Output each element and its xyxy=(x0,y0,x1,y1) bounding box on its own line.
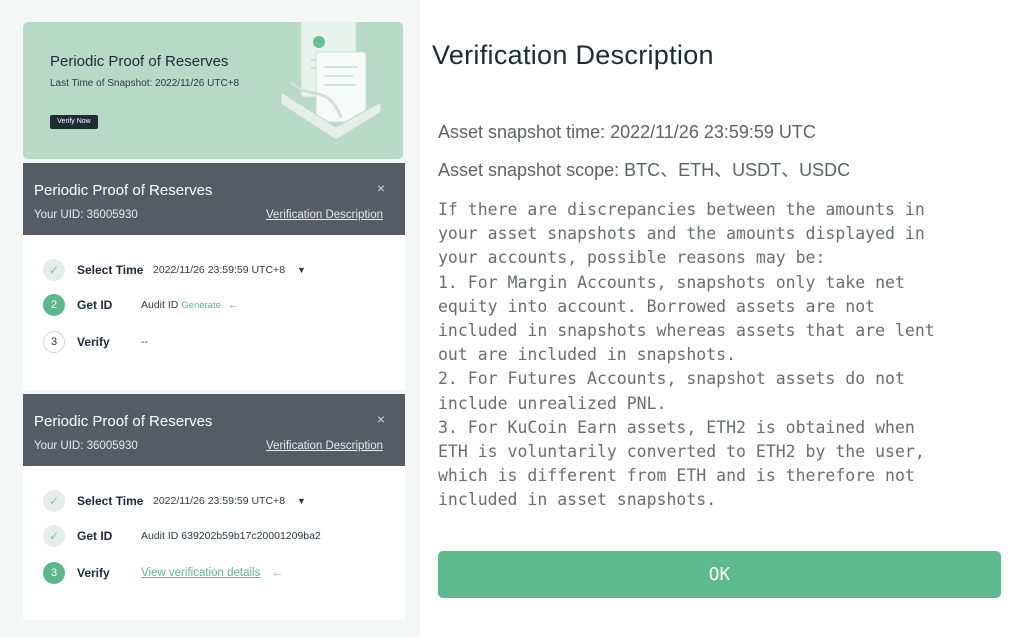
time-select[interactable]: 2022/11/26 23:59:59 UTC+8 ▼ xyxy=(153,495,306,507)
step-get-id: ✓ Get ID Audit ID 639202b59b17c20001209b… xyxy=(43,525,393,549)
time-select-value: 2022/11/26 23:59:59 UTC+8 xyxy=(153,495,286,507)
step-label: Get ID xyxy=(77,298,113,312)
check-icon: ✓ xyxy=(43,525,65,547)
banner-title: Periodic Proof of Reserves xyxy=(50,53,229,70)
card-title: Periodic Proof of Reserves xyxy=(34,182,213,199)
dialog-title: Verification Description xyxy=(432,40,714,70)
verify-now-button[interactable]: Verify Now xyxy=(50,115,98,129)
check-icon: ✓ xyxy=(43,490,65,512)
step-label: Get ID xyxy=(77,529,113,543)
snapshot-time: Asset snapshot time: 2022/11/26 23:59:59… xyxy=(438,122,816,142)
step-label: Select Time xyxy=(77,263,144,277)
user-uid: Your UID: 36005930 xyxy=(34,209,138,221)
verify-value: -- xyxy=(141,336,148,348)
step-verify: 3 Verify -- xyxy=(43,331,393,355)
audit-id-label: Audit ID xyxy=(141,299,179,311)
proof-card-step3: Periodic Proof of Reserves × Your UID: 3… xyxy=(23,394,405,620)
generate-link[interactable]: Generate xyxy=(181,300,221,311)
step-select-time: ✓ Select Time 2022/11/26 23:59:59 UTC+8 ▼ xyxy=(43,259,393,283)
card-header: Periodic Proof of Reserves × Your UID: 3… xyxy=(23,163,405,235)
user-uid: Your UID: 36005930 xyxy=(34,440,138,452)
step-select-time: ✓ Select Time 2022/11/26 23:59:59 UTC+8 ▼ xyxy=(43,490,393,514)
proof-card-step2: Periodic Proof of Reserves × Your UID: 3… xyxy=(23,163,405,390)
step-label: Verify xyxy=(77,335,110,349)
close-icon[interactable]: × xyxy=(377,180,385,196)
arrow-left-icon: ← xyxy=(271,567,284,579)
check-icon: ✓ xyxy=(43,259,65,281)
step-number: 3 xyxy=(43,562,65,584)
proof-banner: Periodic Proof of Reserves Last Time of … xyxy=(23,22,403,159)
step-number: 2 xyxy=(43,294,65,316)
step-number: 3 xyxy=(43,331,65,353)
verification-description-link[interactable]: Verification Description xyxy=(266,440,383,452)
time-select[interactable]: 2022/11/26 23:59:59 UTC+8 ▼ xyxy=(153,264,306,276)
verify-details: View verification details ← xyxy=(141,567,283,579)
chevron-down-icon: ▼ xyxy=(297,265,306,275)
view-verification-details-link[interactable]: View verification details xyxy=(141,567,260,579)
banner-snapshot-label: Last Time of Snapshot: 2022/11/26 UTC+8 xyxy=(50,78,240,89)
audit-id-value: Audit ID 639202b59b17c20001209ba2 xyxy=(141,530,321,542)
ok-button[interactable]: OK xyxy=(438,551,1001,598)
documents-illustration-icon xyxy=(281,22,381,141)
step-get-id: 2 Get ID Audit ID Generate ← xyxy=(43,294,393,318)
chevron-down-icon: ▼ xyxy=(297,496,306,506)
left-panel: Periodic Proof of Reserves Last Time of … xyxy=(0,0,420,637)
card-header: Periodic Proof of Reserves × Your UID: 3… xyxy=(23,394,405,466)
snapshot-scope: Asset snapshot scope: BTC、ETH、USDT、USDC xyxy=(438,160,851,180)
step-verify: 3 Verify View verification details ← xyxy=(43,562,393,586)
arrow-left-icon: ← xyxy=(227,299,239,311)
time-select-value: 2022/11/26 23:59:59 UTC+8 xyxy=(153,264,286,276)
audit-id-field: Audit ID Generate ← xyxy=(141,299,238,311)
card-title: Periodic Proof of Reserves xyxy=(34,413,213,430)
close-icon[interactable]: × xyxy=(377,411,385,427)
verification-description-link[interactable]: Verification Description xyxy=(266,209,383,221)
step-label: Verify xyxy=(77,566,110,580)
discrepancy-description: If there are discrepancies between the a… xyxy=(438,200,935,510)
step-label: Select Time xyxy=(77,494,144,508)
